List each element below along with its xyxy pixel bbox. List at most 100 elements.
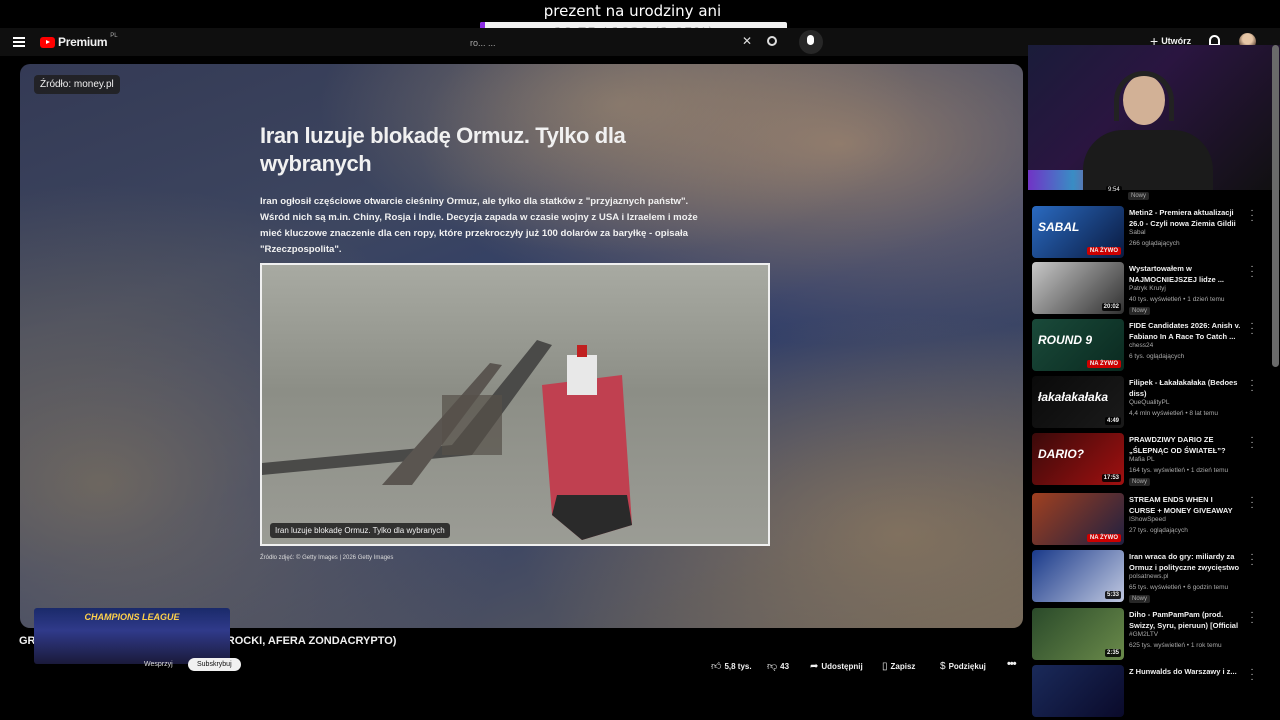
video-thumbnail[interactable]: ROUND 9 NA ŻYWO <box>1032 319 1124 371</box>
channel-name[interactable]: Sabal <box>1129 229 1146 236</box>
share-icon: ➦ <box>810 660 819 672</box>
thumbnail-text: DARIO? <box>1038 447 1084 461</box>
recommendation-title[interactable]: Wystartowałem w NAJMOCNIEJSZEJ lidze ... <box>1129 263 1241 285</box>
recommendation-title[interactable]: Iran wraca do gry: miliardy za Ormuz i p… <box>1129 551 1241 573</box>
video-thumbnail[interactable]: DARIO? 17:53 <box>1032 433 1124 485</box>
recommendation-title[interactable]: Metin2 - Premiera aktualizacji 26.0 - Cz… <box>1129 207 1241 229</box>
video-meta: 6 tys. oglądających <box>1129 353 1185 360</box>
share-button[interactable]: ➦ Udostępnij <box>810 658 863 674</box>
video-thumbnail[interactable]: 2:35 <box>1032 608 1124 660</box>
menu-icon[interactable] <box>13 37 25 47</box>
voice-search-button[interactable] <box>799 30 823 54</box>
champions-overlay-text: CHAMPIONS LEAGUE <box>84 612 180 622</box>
recommendation-title[interactable]: FIDE Candidates 2026: Anish v. Fabiano I… <box>1129 320 1241 342</box>
tanker-illustration <box>542 345 632 540</box>
mic-icon <box>807 35 814 45</box>
recommendation-title[interactable]: Filipek - Łakałakałaka (Bedoes diss) <box>1129 377 1241 399</box>
duration-badge: 2:35 <box>1104 649 1121 657</box>
bookmark-icon: ▯ <box>882 660 888 672</box>
more-actions-button[interactable]: ••• <box>1007 658 1017 670</box>
duration-badge: 5:33 <box>1104 591 1121 599</box>
recommendation-item[interactable]: łakałakałaka 4:49 Filipek - Łakałakałaka (… <box>1032 376 1267 432</box>
recommendation-item[interactable]: SABAL NA ŻYWO Metin2 - Premiera aktualizac… <box>1032 206 1267 262</box>
video-thumbnail[interactable]: NA ŻYWO <box>1032 493 1124 545</box>
recommendation-title[interactable]: STREAM ENDS WHEN I CURSE + MONEY GIVEAWA… <box>1129 494 1241 516</box>
channel-name[interactable]: Mafia PL <box>1129 456 1155 463</box>
thumbnail-text: łakałakałaka <box>1038 390 1109 404</box>
save-button[interactable]: ▯ Zapisz <box>882 658 915 674</box>
dislike-count: 43 <box>780 661 790 671</box>
search-input[interactable]: ro... ... <box>470 38 496 48</box>
new-badge: Nowy <box>1129 478 1151 486</box>
video-meta: 65 tys. wyświetleń • 6 godzin temu <box>1129 584 1229 591</box>
video-meta: 625 tys. wyświetleń • 1 rok temu <box>1129 642 1222 649</box>
more-options-icon[interactable]: · · · <box>1247 493 1257 513</box>
subscribe-button[interactable]: Subskrybuj <box>188 658 241 671</box>
recommendation-title[interactable]: Diho - PamPamPam (prod. Swizzy, Syru, pi… <box>1129 609 1241 631</box>
more-options-icon[interactable]: · · · <box>1247 433 1257 453</box>
more-options-icon[interactable]: · · · <box>1247 550 1257 570</box>
champions-league-overlay: CHAMPIONS LEAGUE <box>34 608 230 664</box>
channel-name[interactable]: QueQualityPL <box>1129 399 1169 406</box>
video-meta: 164 tys. wyświetleń • 1 dzień temu <box>1129 467 1229 474</box>
video-meta: 27 tys. oglądających <box>1129 527 1188 534</box>
dislike-button[interactable]: 👎︎ 43 <box>767 658 789 674</box>
video-thumbnail[interactable]: SABAL NA ŻYWO <box>1032 206 1124 258</box>
thanks-button[interactable]: $ Podziękuj <box>940 658 986 674</box>
recommendation-item[interactable]: DARIO? 17:53 PRAWDZIWY DARIO ZE „ŚLEPNĄC O… <box>1032 433 1267 489</box>
channel-name[interactable]: IShowSpeed <box>1129 516 1166 523</box>
recommendation-item[interactable]: 5:33 Iran wraca do gry: miliardy za Ormuz… <box>1032 550 1267 606</box>
more-options-icon[interactable]: · · · <box>1247 665 1257 685</box>
recommendation-item[interactable]: 20:02 Wystartowałem w NAJMOCNIEJSZEJ lidz… <box>1032 262 1267 318</box>
like-button[interactable]: 👍︎ 5,8 tys. <box>711 658 752 674</box>
headset-icon <box>1114 71 1174 121</box>
thumbnail-text: SABAL <box>1038 220 1080 234</box>
close-icon[interactable]: ✕ <box>742 34 752 48</box>
thumbs-up-icon: 👍︎ <box>711 661 722 672</box>
share-label: Udostępnij <box>821 661 863 671</box>
recommendation-item[interactable]: Z Hunwalds do Warszawy i z... · · · <box>1032 665 1267 720</box>
like-count: 5,8 tys. <box>724 661 752 671</box>
youtube-logo[interactable]: Premium PL <box>40 33 118 49</box>
recommendation-title[interactable]: Z Hunwalds do Warszawy i z... <box>1129 666 1241 677</box>
live-badge: NA ŻYWO <box>1086 360 1121 368</box>
recommendation-title[interactable]: PRAWDZIWY DARIO ZE „ŚLEPNĄC OD ŚWIATEŁ”?… <box>1129 434 1241 456</box>
recommendation-item[interactable]: NA ŻYWO STREAM ENDS WHEN I CURSE + MONEY … <box>1032 493 1267 549</box>
video-meta: 266 oglądających <box>1129 240 1180 247</box>
new-badge: Nowy <box>1129 595 1151 603</box>
support-button[interactable]: Wesprzyj <box>144 661 173 668</box>
channel-name[interactable]: Patryk Krutyj <box>1129 285 1166 292</box>
thanks-icon: $ <box>940 660 946 672</box>
more-options-icon[interactable]: · · · <box>1247 319 1257 339</box>
news-image: Iran luzuje blokadę Ormuz. Tylko dla wyb… <box>260 263 770 546</box>
news-body: Iran ogłosił częściowe otwarcie cieśniny… <box>260 196 698 255</box>
thumbnail-text: ROUND 9 <box>1038 333 1093 347</box>
video-thumbnail[interactable]: 5:33 <box>1032 550 1124 602</box>
recommendation-item[interactable]: ROUND 9 NA ŻYWO FIDE Candidates 2026: Anis… <box>1032 319 1267 375</box>
video-thumbnail[interactable] <box>1032 665 1124 717</box>
duration-badge: 9:54 <box>1106 186 1122 194</box>
image-credits: Źródło zdjęć: © Getty Images | 2026 Gett… <box>260 555 394 561</box>
search-icon[interactable] <box>767 36 777 46</box>
pier-illustration <box>262 340 552 485</box>
recommendation-item[interactable]: 2:35 Diho - PamPamPam (prod. Swizzy, Syru… <box>1032 608 1267 664</box>
video-thumbnail[interactable]: łakałakałaka 4:49 <box>1032 376 1124 428</box>
logo-text: Premium <box>58 35 108 49</box>
more-options-icon[interactable]: · · · <box>1247 262 1257 282</box>
stream-overlay-title: prezent na urodziny ani <box>543 2 722 20</box>
channel-name[interactable]: chess24 <box>1129 342 1153 349</box>
channel-name[interactable]: polsatnews.pl <box>1129 573 1168 580</box>
more-options-icon[interactable]: · · · <box>1247 206 1257 226</box>
new-badge: Nowy <box>1129 307 1151 315</box>
live-badge: NA ŻYWO <box>1086 247 1121 255</box>
more-options-icon[interactable]: · · · <box>1247 376 1257 396</box>
channel-name[interactable]: #GM2LTV <box>1129 631 1158 638</box>
video-thumbnail[interactable]: 20:02 <box>1032 262 1124 314</box>
video-player[interactable]: Źródło: money.pl Iran luzuje blokadę Orm… <box>20 64 1023 628</box>
scrollbar[interactable] <box>1272 45 1279 367</box>
streamer-webcam <box>1028 45 1280 190</box>
live-badge: NA ŻYWO <box>1086 534 1121 542</box>
new-badge: Nowy <box>1128 192 1150 200</box>
youtube-logo-icon <box>40 36 55 48</box>
more-options-icon[interactable]: · · · <box>1247 608 1257 628</box>
